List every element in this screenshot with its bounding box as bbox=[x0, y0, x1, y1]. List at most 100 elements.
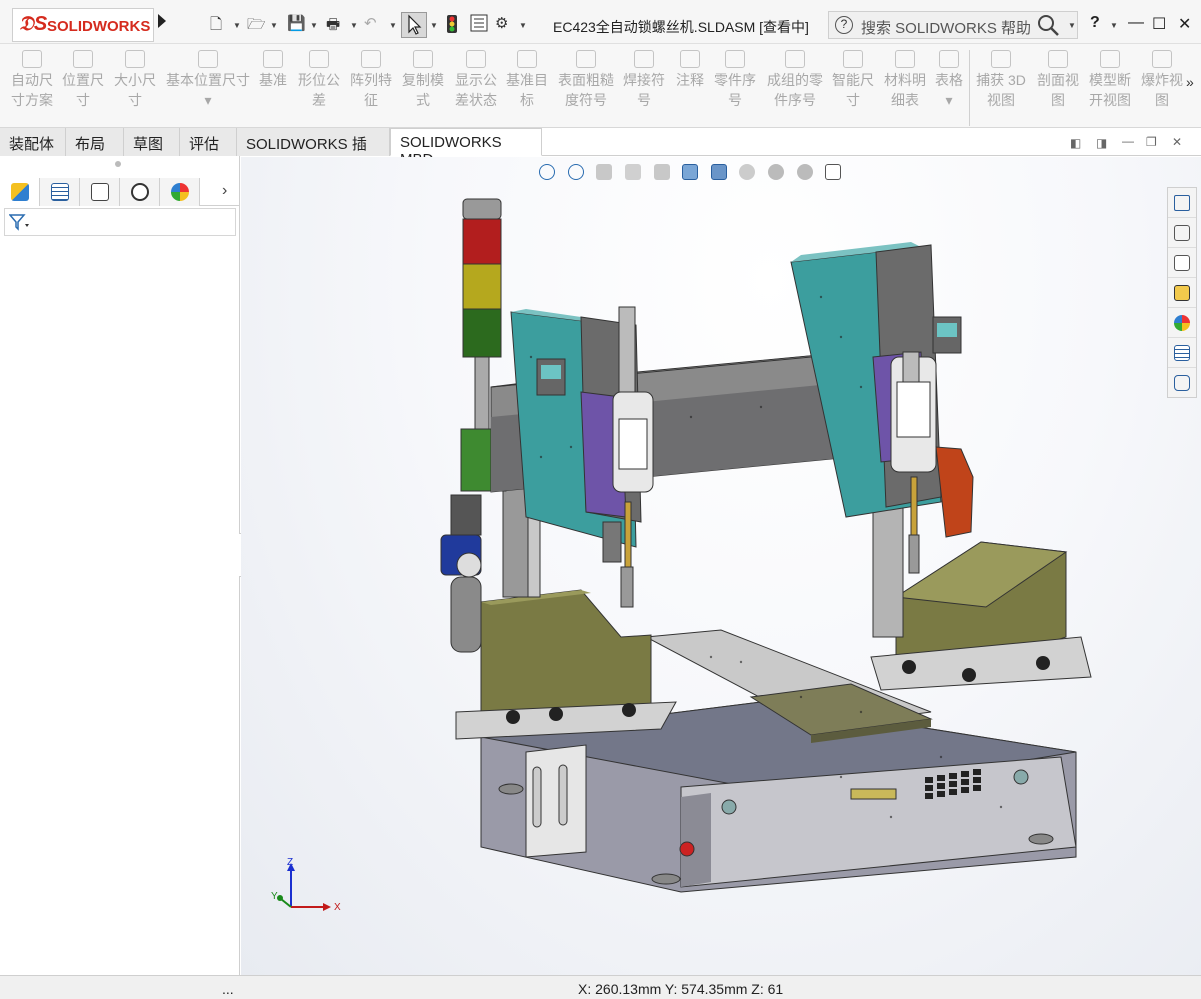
open-file-icon[interactable]: 🗁 bbox=[247, 14, 266, 34]
filter-icon bbox=[8, 213, 31, 236]
ribbon-button-basic-location-dimension[interactable]: 基本位置尺寸 ▾ bbox=[164, 50, 252, 110]
save-dropdown-icon[interactable]: ▼ bbox=[310, 21, 318, 30]
copy-scheme-icon bbox=[413, 50, 433, 68]
ribbon-label: 位置尺 bbox=[62, 72, 104, 88]
prev-pane-icon[interactable]: ◧ bbox=[1070, 136, 1081, 150]
rebuild-icon[interactable] bbox=[446, 14, 458, 34]
open-dropdown-icon[interactable]: ▼ bbox=[270, 21, 278, 30]
ribbon-button-datum[interactable]: 基准 bbox=[258, 50, 288, 90]
ribbon-label: 寸 bbox=[128, 92, 142, 108]
file-explorer-tab[interactable] bbox=[1168, 248, 1196, 278]
displaymanager-tab[interactable] bbox=[160, 178, 200, 206]
ribbon-label: 标 bbox=[520, 92, 534, 108]
tab-assembly[interactable]: 装配体 bbox=[0, 128, 66, 156]
ribbon-button-pattern-feature[interactable]: 阵列特征 bbox=[348, 50, 394, 110]
cursor-coordinates: X: 260.13mm Y: 574.35mm Z: 61 bbox=[578, 981, 784, 997]
search-icon[interactable] bbox=[1037, 14, 1059, 36]
ribbon-button-smart-dimension[interactable]: 智能尺寸 bbox=[830, 50, 876, 110]
ribbon-button-balloon[interactable]: 零件序号 bbox=[712, 50, 758, 110]
design-library-tab[interactable] bbox=[1168, 218, 1196, 248]
ribbon-button-geometric-tolerance[interactable]: 形位公差 bbox=[296, 50, 342, 110]
reference-triad: Z X Y bbox=[271, 857, 341, 913]
ribbon-button-weld-symbol[interactable]: 焊接符号 bbox=[620, 50, 668, 110]
ribbon-button-stacked-balloon[interactable]: 成组的零 件序号 bbox=[764, 50, 826, 110]
next-pane-icon[interactable]: ◨ bbox=[1096, 136, 1107, 150]
propertymanager-tab[interactable] bbox=[40, 178, 80, 206]
ribbon-button-surface-finish[interactable]: 表面粗糙 度符号 bbox=[556, 50, 616, 110]
maximize-icon[interactable]: ☐ bbox=[1152, 14, 1166, 34]
ribbon-button-auto-dimension[interactable]: 自动尺 寸方案 bbox=[8, 50, 56, 110]
ribbon-label: 表面粗糙 bbox=[558, 72, 614, 88]
tab-sketch[interactable]: 草图 bbox=[124, 128, 180, 156]
new-file-icon[interactable]: 🗋 bbox=[210, 14, 222, 34]
forum-tab[interactable] bbox=[1168, 368, 1196, 398]
ribbon-label: 式 bbox=[416, 92, 430, 108]
save-icon[interactable]: 💾 bbox=[287, 14, 306, 34]
panel-grip[interactable] bbox=[115, 161, 121, 167]
ribbon-button-note[interactable]: 注释 bbox=[672, 50, 708, 90]
search-dropdown-icon[interactable]: ▼ bbox=[1068, 21, 1076, 30]
minimize-icon[interactable]: — bbox=[1128, 14, 1144, 32]
weld-symbol-icon bbox=[634, 50, 654, 68]
featuremanager-icon bbox=[11, 183, 29, 201]
ribbon-button-section-view[interactable]: 剖面视图 bbox=[1035, 50, 1081, 110]
solidworks-logo[interactable]: 𝔇S SOLIDWORKS bbox=[12, 8, 154, 42]
print-dropdown-icon[interactable]: ▼ bbox=[350, 21, 358, 30]
file-properties-icon[interactable] bbox=[470, 14, 488, 34]
ribbon-label: 成组的零 bbox=[767, 72, 823, 88]
print-icon[interactable]: 🖶 bbox=[326, 14, 340, 34]
ribbon-button-model-break-view[interactable]: 模型断 开视图 bbox=[1087, 50, 1133, 110]
forum-icon bbox=[1174, 375, 1190, 391]
options-gear-icon[interactable]: ⚙ bbox=[495, 14, 508, 34]
appearances-tab[interactable] bbox=[1168, 308, 1196, 338]
menu-expand-icon[interactable] bbox=[158, 14, 166, 28]
featuremanager-tab[interactable] bbox=[0, 178, 40, 206]
new-dropdown-icon[interactable]: ▼ bbox=[233, 21, 241, 30]
ribbon-button-location-dimension[interactable]: 位置尺寸 bbox=[60, 50, 106, 110]
tree-filter-field[interactable] bbox=[4, 208, 236, 236]
displaymanager-icon bbox=[171, 183, 189, 201]
ribbon-label: 捕获 3D bbox=[976, 72, 1026, 88]
select-icon[interactable] bbox=[401, 12, 427, 38]
triad-x-label: X bbox=[334, 902, 341, 913]
doc-close-icon[interactable]: ✕ bbox=[1172, 135, 1182, 149]
ribbon-button-capture-3d-view[interactable]: 捕获 3D 视图 bbox=[975, 50, 1027, 110]
select-dropdown-icon[interactable]: ▼ bbox=[430, 21, 438, 30]
ribbon-label: 寸 bbox=[76, 92, 90, 108]
ribbon-button-exploded-view[interactable]: 爆炸视图 bbox=[1139, 50, 1185, 110]
ribbon-button-size-dimension[interactable]: 大小尺寸 bbox=[112, 50, 158, 110]
undo-dropdown-icon[interactable]: ▼ bbox=[389, 21, 397, 30]
ribbon-label: 大小尺 bbox=[114, 72, 156, 88]
tab-solidworks-addins[interactable]: SOLIDWORKS 插件 bbox=[237, 128, 390, 174]
ribbon-label: 号 bbox=[637, 92, 651, 108]
ribbon-button-datum-target[interactable]: 基准目标 bbox=[504, 50, 550, 110]
doc-restore-icon[interactable]: ❐ bbox=[1146, 135, 1157, 149]
tab-solidworks-mbd[interactable]: SOLIDWORKS MBD bbox=[390, 128, 542, 168]
tab-layout[interactable]: 布局 bbox=[66, 128, 124, 156]
ribbon-button-bom[interactable]: 材料明 细表 bbox=[882, 50, 928, 110]
help-button[interactable]: ? bbox=[1090, 14, 1100, 32]
assembly-model[interactable] bbox=[241, 157, 1201, 975]
tab-evaluate[interactable]: 评估 bbox=[180, 128, 237, 156]
ribbon-button-copy-scheme[interactable]: 复制模式 bbox=[400, 50, 446, 110]
solidworks-resources-tab[interactable] bbox=[1168, 188, 1196, 218]
ribbon-button-show-tolerance-status[interactable]: 显示公 差状态 bbox=[452, 50, 500, 110]
options-dropdown-icon[interactable]: ▼ bbox=[519, 21, 527, 30]
graphics-area[interactable]: Z X Y bbox=[241, 157, 1201, 975]
ribbon-more-icon[interactable]: » bbox=[1186, 74, 1194, 90]
dimxpertmanager-tab[interactable] bbox=[120, 178, 160, 206]
doc-minimize-icon[interactable]: — bbox=[1122, 134, 1134, 148]
help-dropdown-icon[interactable]: ▼ bbox=[1110, 21, 1118, 30]
close-icon[interactable]: ✕ bbox=[1178, 14, 1191, 34]
left-manager-panel: › bbox=[0, 156, 240, 975]
view-palette-tab[interactable] bbox=[1168, 278, 1196, 308]
custom-properties-tab[interactable] bbox=[1168, 338, 1196, 368]
chevron-right-icon[interactable]: › bbox=[222, 182, 227, 200]
configurationmanager-tab[interactable] bbox=[80, 178, 120, 206]
ribbon-label: 阵列特 bbox=[350, 72, 392, 88]
custom-properties-icon bbox=[1174, 345, 1190, 361]
undo-icon[interactable]: ↶ bbox=[364, 14, 377, 34]
brand-label: SOLIDWORKS bbox=[47, 18, 151, 35]
ribbon-button-table[interactable]: 表格 ▾ bbox=[934, 50, 964, 110]
help-search-box[interactable]: ? 搜索 SOLIDWORKS 帮助 bbox=[828, 11, 1078, 39]
